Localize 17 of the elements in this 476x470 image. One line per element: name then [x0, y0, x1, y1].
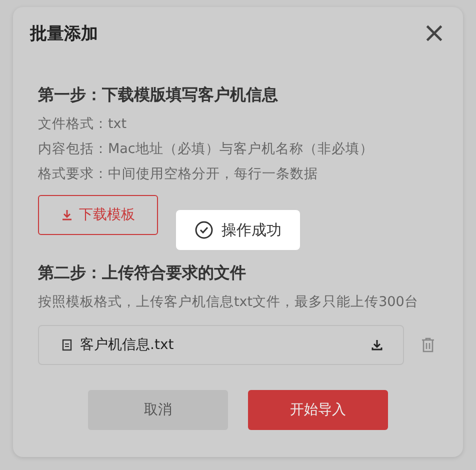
file-name: 客户机信息.txt [80, 336, 175, 354]
step-heading: 第一步：下载模版填写客户机信息 [38, 85, 279, 106]
download-icon[interactable] [371, 339, 383, 351]
file-icon [62, 339, 72, 351]
check-circle-icon [194, 221, 212, 239]
import-button[interactable]: 开始导入 [248, 390, 388, 430]
upload-description: 按照模板格式，上传客户机信息txt文件，最多只能上传300台 [38, 293, 420, 312]
toast-message: 操作成功 [222, 220, 282, 240]
close-button[interactable]: × [422, 19, 446, 47]
cancel-button[interactable]: 取消 [88, 390, 228, 430]
info-text: 内容包括：Mac地址（必填）与客户机名称（非必填） [38, 140, 374, 159]
download-icon [61, 209, 73, 221]
download-template-button[interactable]: 下载模板 [38, 195, 158, 235]
dialog-title: 批量添加 [30, 22, 98, 44]
info-text: 格式要求：中间使用空格分开，每行一条数据 [38, 165, 319, 184]
step-heading: 第二步：上传符合要求的文件 [38, 263, 247, 284]
info-text: 文件格式：txt [38, 115, 128, 134]
